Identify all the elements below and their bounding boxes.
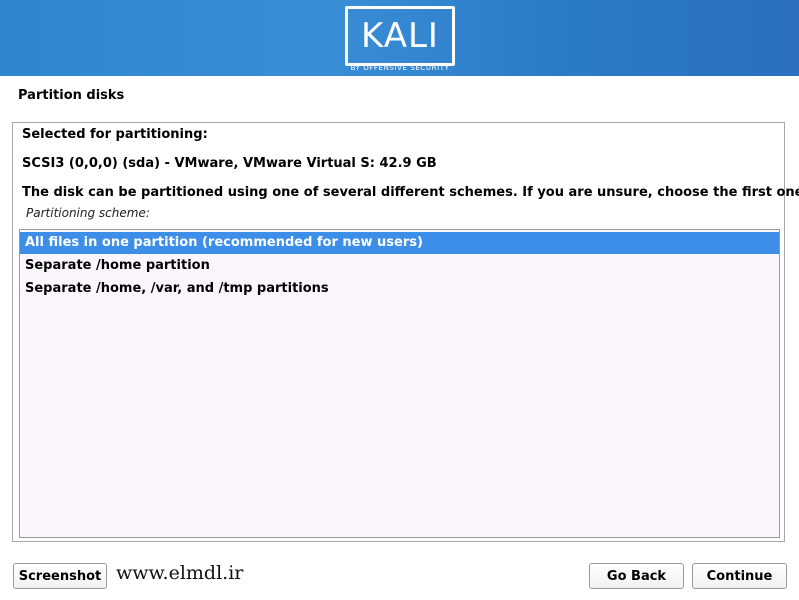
selected-heading: Selected for partitioning: [22, 127, 208, 142]
partitioning-scheme-label: Partitioning scheme: [26, 206, 150, 220]
screenshot-button[interactable]: Screenshot [13, 563, 107, 589]
option-separate-home-var-tmp[interactable]: Separate /home, /var, and /tmp partition… [20, 278, 779, 300]
description-text: The disk can be partitioned using one of… [22, 185, 799, 200]
logo-box: KALI [345, 6, 455, 66]
option-separate-home[interactable]: Separate /home partition [20, 255, 779, 277]
partitioning-scheme-list[interactable]: All files in one partition (recommended … [19, 229, 780, 538]
logo-subtitle: BY OFFENSIVE SECURITY [350, 64, 450, 72]
page-title: Partition disks [18, 88, 125, 103]
disk-line: SCSI3 (0,0,0) (sda) - VMware, VMware Vir… [22, 156, 437, 171]
option-all-in-one[interactable]: All files in one partition (recommended … [20, 232, 779, 254]
go-back-button[interactable]: Go Back [589, 563, 684, 589]
logo-text: KALI [361, 16, 439, 56]
header-banner: KALI BY OFFENSIVE SECURITY [0, 0, 799, 76]
watermark-text: www.elmdl.ir [116, 562, 244, 584]
kali-logo: KALI BY OFFENSIVE SECURITY [345, 6, 455, 72]
continue-button[interactable]: Continue [692, 563, 787, 589]
